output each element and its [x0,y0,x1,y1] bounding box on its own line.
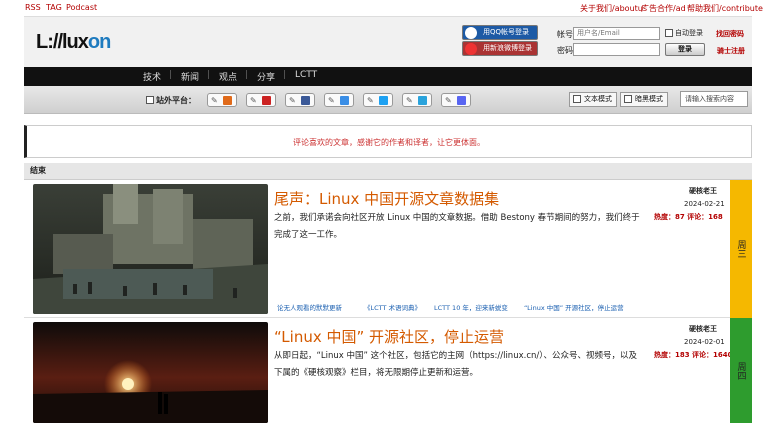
article-author[interactable]: 硬核老王 [689,324,717,334]
rss-icon [223,96,232,105]
article-date: 2024-02-21 [684,200,725,208]
nav-item-share[interactable]: 分享 [257,70,275,83]
weekday-badge: 周三 [730,180,752,318]
share-toutiao-button[interactable]: ✎ [246,93,276,107]
password-label: 密码 [557,46,573,55]
weekday-badge: 周四 [730,318,752,423]
ad-link[interactable]: 广告合作/ad [641,3,686,14]
article-thumbnail[interactable] [33,322,268,423]
share-discord-button[interactable]: ✎ [441,93,471,107]
related-link[interactable]: 论无人观看的默默更新 [277,302,342,312]
auto-login-label: 自动登录 [675,29,703,37]
site-logo[interactable]: L://luxon [36,31,111,54]
notice-banner: 评论喜欢的文章，感谢它的作者和译者，让它更体面。 [24,125,752,158]
related-link[interactable]: LCTT 10 年，迎来新蜕变 [434,302,508,312]
pencil-icon: ✎ [289,96,296,105]
logo-text-c: on [87,31,111,53]
auto-login-checkbox[interactable] [665,29,673,37]
share-telegram-button[interactable]: ✎ [402,93,432,107]
dark-mode-label: 暗黑模式 [635,95,663,103]
nav-item-views[interactable]: 观点 [219,70,237,83]
qq-login-label: 用QQ帐号登录 [483,28,530,36]
top-bar: RSS TAG Podcast 关于我们/aboutus 广告合作/ad 帮助我… [0,0,777,16]
header: L://luxon 用QQ帐号登录 用新浪微博登录 帐号 用户名/Email 自… [24,16,752,67]
find-password-link[interactable]: 找回密码 [716,29,744,39]
pencil-icon: ✎ [328,96,335,105]
related-link[interactable]: “Linux 中国” 开源社区，停止运营 [524,302,624,312]
text-mode-toggle[interactable]: 文本模式 [569,92,617,107]
text-mode-label: 文本模式 [584,95,612,103]
share-bar: 站外平台： ✎ ✎ ✎ ✎ ✎ ✎ ✎ 文本模式 暗黑模式 请输入搜索内容 [24,86,752,114]
search-input[interactable]: 请输入搜索内容 [680,91,748,107]
logo-text-a: L:/ [36,31,58,53]
related-link[interactable]: 《LCTT 术语词典》 [364,302,421,312]
article-excerpt: 之前，我们承诺会向社区开放 Linux 中国的文章数据。借助 Bestony 春… [274,213,640,240]
weibo-login-label: 用新浪微博登录 [483,44,532,52]
aboutus-link[interactable]: 关于我们/aboutus [580,3,647,14]
logo-text-b: /lux [57,31,88,53]
weibo-login-button[interactable]: 用新浪微博登录 [462,41,538,56]
discord-icon [457,96,466,105]
toutiao-icon [262,96,271,105]
pencil-icon: ✎ [211,96,218,105]
account-label: 帐号 [557,30,573,39]
nav-item-news[interactable]: 新闻 [181,70,199,83]
qq-icon [465,27,477,39]
article-thumbnail[interactable] [33,184,268,314]
share-mastodon-button[interactable]: ✎ [324,93,354,107]
section-header: 结束 [24,163,752,180]
password-input[interactable] [573,43,660,56]
login-button[interactable]: 登录 [665,43,705,56]
nav-item-tech[interactable]: 技术 [143,70,161,83]
dark-mode-checkbox[interactable] [624,95,632,103]
twitter-icon [379,96,388,105]
account-input[interactable]: 用户名/Email [573,27,660,40]
register-link[interactable]: 骑士注册 [717,46,745,56]
external-platform-checkbox[interactable] [146,96,154,104]
tag-link[interactable]: TAG [46,3,62,12]
facebook-icon [301,96,310,105]
dark-mode-toggle[interactable]: 暗黑模式 [620,92,668,107]
article-excerpt: 从即日起，“Linux 中国” 这个社区，包括它的主网（https://linu… [274,351,637,378]
article-title[interactable]: “Linux 中国” 开源社区，停止运营 [274,326,504,347]
rss-link[interactable]: RSS [25,3,41,12]
qq-login-button[interactable]: 用QQ帐号登录 [462,25,538,40]
article-stats: 热度：87 评论：168 [654,213,723,221]
article-date: 2024-02-01 [684,338,725,346]
article-author[interactable]: 硬核老王 [689,186,717,196]
pencil-icon: ✎ [367,96,374,105]
pencil-icon: ✎ [445,96,452,105]
telegram-icon [418,96,427,105]
podcast-link[interactable]: Podcast [66,3,97,12]
article-item: 尾声：Linux 中国开源文章数据集 之前，我们承诺会向社区开放 Linux 中… [24,180,752,318]
article-item: “Linux 中国” 开源社区，停止运营 从即日起，“Linux 中国” 这个社… [24,318,752,423]
share-facebook-button[interactable]: ✎ [285,93,315,107]
mastodon-icon [340,96,349,105]
nav-item-lctt[interactable]: LCTT [295,70,317,80]
article-title[interactable]: 尾声：Linux 中国开源文章数据集 [274,188,499,209]
article-stats: 热度：183 评论：1640 [654,351,733,359]
main-nav: 技术 | 新闻 | 观点 | 分享 | LCTT [24,67,752,86]
pencil-icon: ✎ [406,96,413,105]
weibo-icon [465,43,477,55]
pencil-icon: ✎ [250,96,257,105]
share-rss-button[interactable]: ✎ [207,93,237,107]
text-mode-checkbox[interactable] [573,95,581,103]
share-twitter-button[interactable]: ✎ [363,93,393,107]
external-platform-label: 站外平台： [156,96,196,105]
contribute-link[interactable]: 帮助我们/contribute [687,3,763,14]
